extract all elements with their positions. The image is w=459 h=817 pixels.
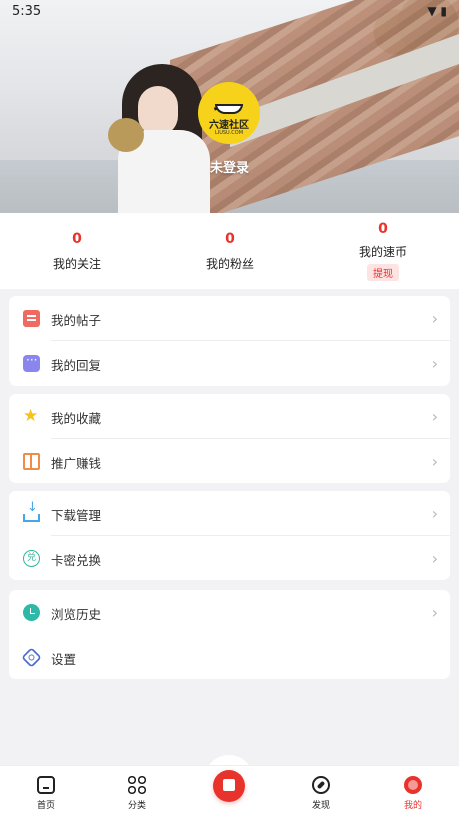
center-publish-button[interactable]: [213, 770, 245, 802]
nav-home-label: 首页: [36, 801, 55, 811]
menu-item-label: 浏览历史: [51, 607, 102, 622]
menu-item-label: 推广赚钱: [51, 456, 102, 471]
settings-icon: [21, 647, 42, 668]
menu-item-card-redeem[interactable]: 兑 卡密兑换 ›: [9, 536, 450, 581]
nav-discover-label: 发现: [311, 801, 330, 811]
nav-home[interactable]: 首页: [16, 776, 76, 811]
menu-item-label: 我的帖子: [51, 313, 102, 328]
chevron-right-icon: ›: [431, 407, 438, 426]
status-icons: ▼ ▮: [427, 4, 447, 18]
menu-item-my-replies[interactable]: 我的回复 ›: [9, 341, 450, 386]
menu-group-posts: 我的帖子 › 我的回复 ›: [9, 296, 450, 386]
menu-item-settings[interactable]: 设置: [9, 635, 450, 680]
stat-following-value: 0: [72, 231, 82, 247]
withdraw-button[interactable]: 提现: [367, 264, 399, 281]
nav-category-label: 分类: [127, 801, 146, 811]
stat-fans-value: 0: [225, 231, 235, 247]
redeem-icon: 兑: [23, 550, 40, 567]
gift-icon: [23, 453, 40, 470]
post-icon: [23, 310, 40, 327]
chevron-right-icon: ›: [431, 354, 438, 373]
nav-discover[interactable]: 发现: [291, 776, 351, 811]
menu-group-settings: 浏览历史 › 设置: [9, 590, 450, 679]
star-icon: ★: [23, 406, 39, 426]
stat-fans[interactable]: 0 我的粉丝: [170, 231, 290, 272]
status-time: 5:35: [12, 4, 42, 19]
stat-coins-value: 0: [378, 221, 388, 237]
menu-item-label: 我的收藏: [51, 411, 102, 426]
home-icon: [37, 776, 55, 794]
stat-coins-label: 我的速币: [358, 245, 407, 259]
reply-icon: [23, 353, 40, 372]
history-icon: [23, 604, 40, 621]
menu-item-label: 我的回复: [51, 358, 102, 373]
stat-coins[interactable]: 0 我的速币 提现: [323, 221, 443, 281]
chevron-right-icon: ›: [431, 309, 438, 328]
menu-item-label: 下载管理: [51, 508, 102, 523]
status-bar: 5:35 ▼ ▮: [0, 0, 459, 24]
stats-bar: 0 我的关注 0 我的粉丝 0 我的速币 提现: [0, 213, 459, 289]
menu-group-favorites: ★ 我的收藏 › 推广赚钱 ›: [9, 394, 450, 483]
avatar[interactable]: 六速社区 LIUSU.COM: [198, 82, 260, 144]
chevron-right-icon: ›: [431, 603, 438, 622]
menu-item-download-manager[interactable]: 下载管理 ›: [9, 491, 450, 536]
chevron-right-icon: ›: [431, 504, 438, 523]
menu-item-label: 卡密兑换: [51, 553, 102, 568]
grid-icon: [128, 776, 146, 794]
user-icon: [404, 776, 422, 794]
menu-item-browse-history[interactable]: 浏览历史 ›: [9, 590, 450, 635]
menu-item-label: 设置: [51, 652, 77, 667]
stat-following[interactable]: 0 我的关注: [17, 231, 137, 272]
download-icon: [23, 500, 40, 522]
chevron-right-icon: ›: [431, 549, 438, 568]
compass-icon: [312, 776, 330, 794]
chevron-right-icon: ›: [431, 452, 438, 471]
avatar-brand-subtext: LIUSU.COM: [214, 130, 244, 136]
menu-item-my-posts[interactable]: 我的帖子 ›: [9, 296, 450, 341]
nav-me[interactable]: 我的: [383, 776, 443, 811]
login-status-text[interactable]: 未登录: [0, 157, 459, 176]
nav-me-label: 我的: [403, 801, 422, 811]
stat-fans-label: 我的粉丝: [205, 257, 254, 271]
menu-item-promote-earn[interactable]: 推广赚钱 ›: [9, 439, 450, 484]
avatar-brand-text: 六速社区: [209, 120, 249, 131]
menu-item-my-favorites[interactable]: ★ 我的收藏 ›: [9, 394, 450, 439]
nav-category[interactable]: 分类: [107, 776, 167, 811]
menu-group-downloads: 下载管理 › 兑 卡密兑换 ›: [9, 491, 450, 580]
stat-following-label: 我的关注: [52, 257, 101, 271]
